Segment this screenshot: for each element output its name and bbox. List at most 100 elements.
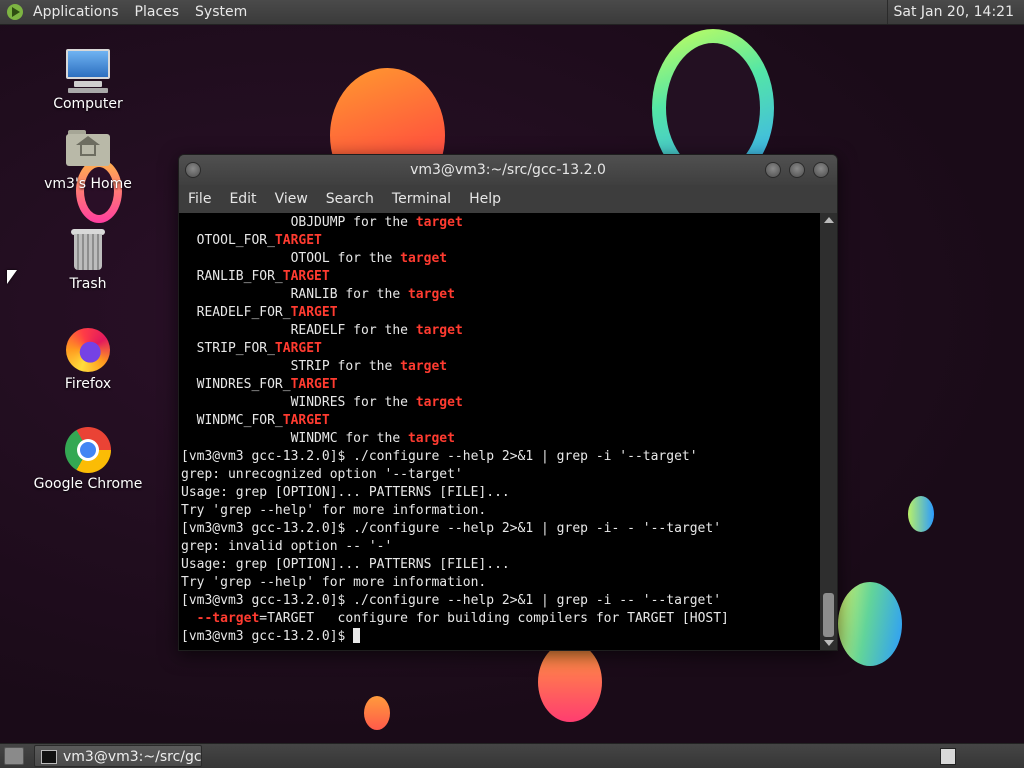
terminal-line: OTOOL for the target — [181, 250, 729, 268]
terminal-highlight-text: TARGET — [274, 233, 322, 248]
terminal-line-text: [vm3@vm3 gcc-13.2.0]$ ./configure --help… — [181, 521, 722, 536]
terminal-line-text: Try 'grep --help' for more information. — [181, 503, 487, 518]
terminal-window[interactable]: vm3@vm3:~/src/gcc-13.2.0 File Edit View … — [178, 154, 838, 651]
terminal-line: [vm3@vm3 gcc-13.2.0]$ ./configure --help… — [181, 448, 729, 466]
menu-places[interactable]: Places — [127, 0, 188, 24]
terminal-line: --target=TARGET configure for building c… — [181, 610, 729, 628]
terminal-line-text: RANLIB for the — [181, 287, 408, 302]
terminal-line-text: WINDRES for the — [181, 395, 416, 410]
terminal-highlight-text: TARGET — [290, 377, 338, 392]
panel-clock[interactable]: Sat Jan 20, 14:21 — [886, 0, 1021, 24]
terminal-line: grep: unrecognized option '--target' — [181, 466, 729, 484]
terminal-text: OBJDUMP for the target OTOOL_FOR_TARGET … — [179, 214, 729, 646]
terminal-highlight-text: target — [415, 215, 463, 230]
workspace-switcher[interactable] — [940, 748, 956, 765]
show-desktop-icon[interactable] — [4, 747, 24, 765]
terminal-line: READELF_FOR_TARGET — [181, 304, 729, 322]
terminal-line-text: [vm3@vm3 gcc-13.2.0]$ ./configure --help… — [181, 593, 722, 608]
terminal-line: STRIP for the target — [181, 358, 729, 376]
terminal-menubar: File Edit View Search Terminal Help — [179, 185, 837, 213]
terminal-line-text: Usage: grep [OPTION]... PATTERNS [FILE].… — [181, 557, 510, 572]
terminal-highlight-text: target — [407, 287, 455, 302]
terminal-line: OTOOL_FOR_TARGET — [181, 232, 729, 250]
menu-system[interactable]: System — [187, 0, 255, 24]
desktop-icon-label: vm3's Home — [44, 176, 132, 192]
scrollbar-thumb[interactable] — [823, 593, 834, 637]
firefox-icon — [64, 326, 112, 374]
terminal-highlight-text: target — [400, 251, 448, 266]
terminal-highlight-text: target — [400, 359, 448, 374]
terminal-output[interactable]: OBJDUMP for the target OTOOL_FOR_TARGET … — [179, 213, 820, 650]
close-button[interactable] — [813, 162, 829, 178]
terminal-scrollbar[interactable] — [820, 213, 837, 650]
terminal-icon — [41, 750, 57, 764]
terminal-line: grep: invalid option -- '-' — [181, 538, 729, 556]
desktop-icon-firefox[interactable]: Firefox — [23, 326, 153, 392]
terminal-highlight-text: TARGET — [282, 413, 330, 428]
wallpaper-small-shape — [908, 496, 934, 532]
desktop-icon-label: Trash — [69, 276, 107, 292]
menu-view[interactable]: View — [266, 185, 317, 213]
terminal-highlight-text: target — [415, 395, 463, 410]
desktop-icon-chrome[interactable]: Google Chrome — [23, 426, 153, 492]
terminal-line-text: =TARGET configure for building compilers… — [259, 611, 729, 626]
taskbar-button-label: vm3@vm3:~/src/gc... — [63, 749, 202, 765]
terminal-line-text: STRIP_FOR_ — [181, 341, 275, 356]
home-folder-icon — [64, 126, 112, 174]
menu-search[interactable]: Search — [317, 185, 383, 213]
window-titlebar[interactable]: vm3@vm3:~/src/gcc-13.2.0 — [179, 155, 837, 185]
terminal-line: WINDMC for the target — [181, 430, 729, 448]
desktop-icon-trash[interactable]: Trash — [23, 226, 153, 292]
terminal-line: RANLIB_FOR_TARGET — [181, 268, 729, 286]
distro-logo-icon[interactable] — [7, 4, 23, 20]
scroll-up-arrow-icon[interactable] — [824, 217, 834, 223]
terminal-line: WINDRES_FOR_TARGET — [181, 376, 729, 394]
desktop-icon-label: Google Chrome — [33, 476, 143, 492]
terminal-line-text: OBJDUMP for the — [181, 215, 416, 230]
terminal-line: Usage: grep [OPTION]... PATTERNS [FILE].… — [181, 556, 729, 574]
menu-file[interactable]: File — [179, 185, 220, 213]
terminal-highlight-text: TARGET — [282, 269, 330, 284]
chrome-icon — [64, 426, 112, 474]
taskbar-terminal-button[interactable]: vm3@vm3:~/src/gc... — [34, 745, 202, 767]
terminal-highlight-text: TARGET — [290, 305, 338, 320]
menu-applications[interactable]: Applications — [25, 0, 127, 24]
terminal-line: Usage: grep [OPTION]... PATTERNS [FILE].… — [181, 484, 729, 502]
terminal-line-text: WINDRES_FOR_ — [181, 377, 291, 392]
terminal-highlight-text: target — [407, 431, 455, 446]
desktop-icon-home[interactable]: vm3's Home — [23, 126, 153, 192]
terminal-line: WINDRES for the target — [181, 394, 729, 412]
terminal-line: READELF for the target — [181, 322, 729, 340]
terminal-line: Try 'grep --help' for more information. — [181, 502, 729, 520]
terminal-line: Try 'grep --help' for more information. — [181, 574, 729, 592]
desktop-icon-label: Computer — [53, 96, 123, 112]
terminal-line-text: [vm3@vm3 gcc-13.2.0]$ ./configure --help… — [181, 449, 698, 464]
terminal-line: [vm3@vm3 gcc-13.2.0]$ — [181, 628, 729, 646]
maximize-button[interactable] — [789, 162, 805, 178]
desktop-icon-computer[interactable]: Computer — [23, 46, 153, 112]
terminal-cursor — [353, 628, 361, 643]
terminal-line-text: READELF for the — [181, 323, 416, 338]
terminal-line-text: [vm3@vm3 gcc-13.2.0]$ — [181, 629, 354, 644]
terminal-line-text: STRIP for the — [181, 359, 401, 374]
terminal-line: [vm3@vm3 gcc-13.2.0]$ ./configure --help… — [181, 592, 729, 610]
computer-icon — [64, 46, 112, 94]
terminal-line-text: READELF_FOR_ — [181, 305, 291, 320]
terminal-line-text: OTOOL for the — [181, 251, 401, 266]
menu-help[interactable]: Help — [460, 185, 510, 213]
terminal-line-text: Try 'grep --help' for more information. — [181, 575, 487, 590]
scroll-down-arrow-icon[interactable] — [824, 640, 834, 646]
trash-icon — [64, 226, 112, 274]
bottom-panel: vm3@vm3:~/src/gc... — [0, 743, 1024, 768]
menu-edit[interactable]: Edit — [220, 185, 265, 213]
terminal-line: RANLIB for the target — [181, 286, 729, 304]
wallpaper-orange-bottom-shape — [538, 642, 602, 722]
terminal-line: STRIP_FOR_TARGET — [181, 340, 729, 358]
terminal-line-text — [181, 611, 197, 626]
terminal-line: WINDMC_FOR_TARGET — [181, 412, 729, 430]
terminal-line-text: grep: invalid option -- '-' — [181, 539, 393, 554]
terminal-line-text: OTOOL_FOR_ — [181, 233, 275, 248]
menu-terminal[interactable]: Terminal — [383, 185, 460, 213]
terminal-highlight-text: TARGET — [274, 341, 322, 356]
minimize-button[interactable] — [765, 162, 781, 178]
